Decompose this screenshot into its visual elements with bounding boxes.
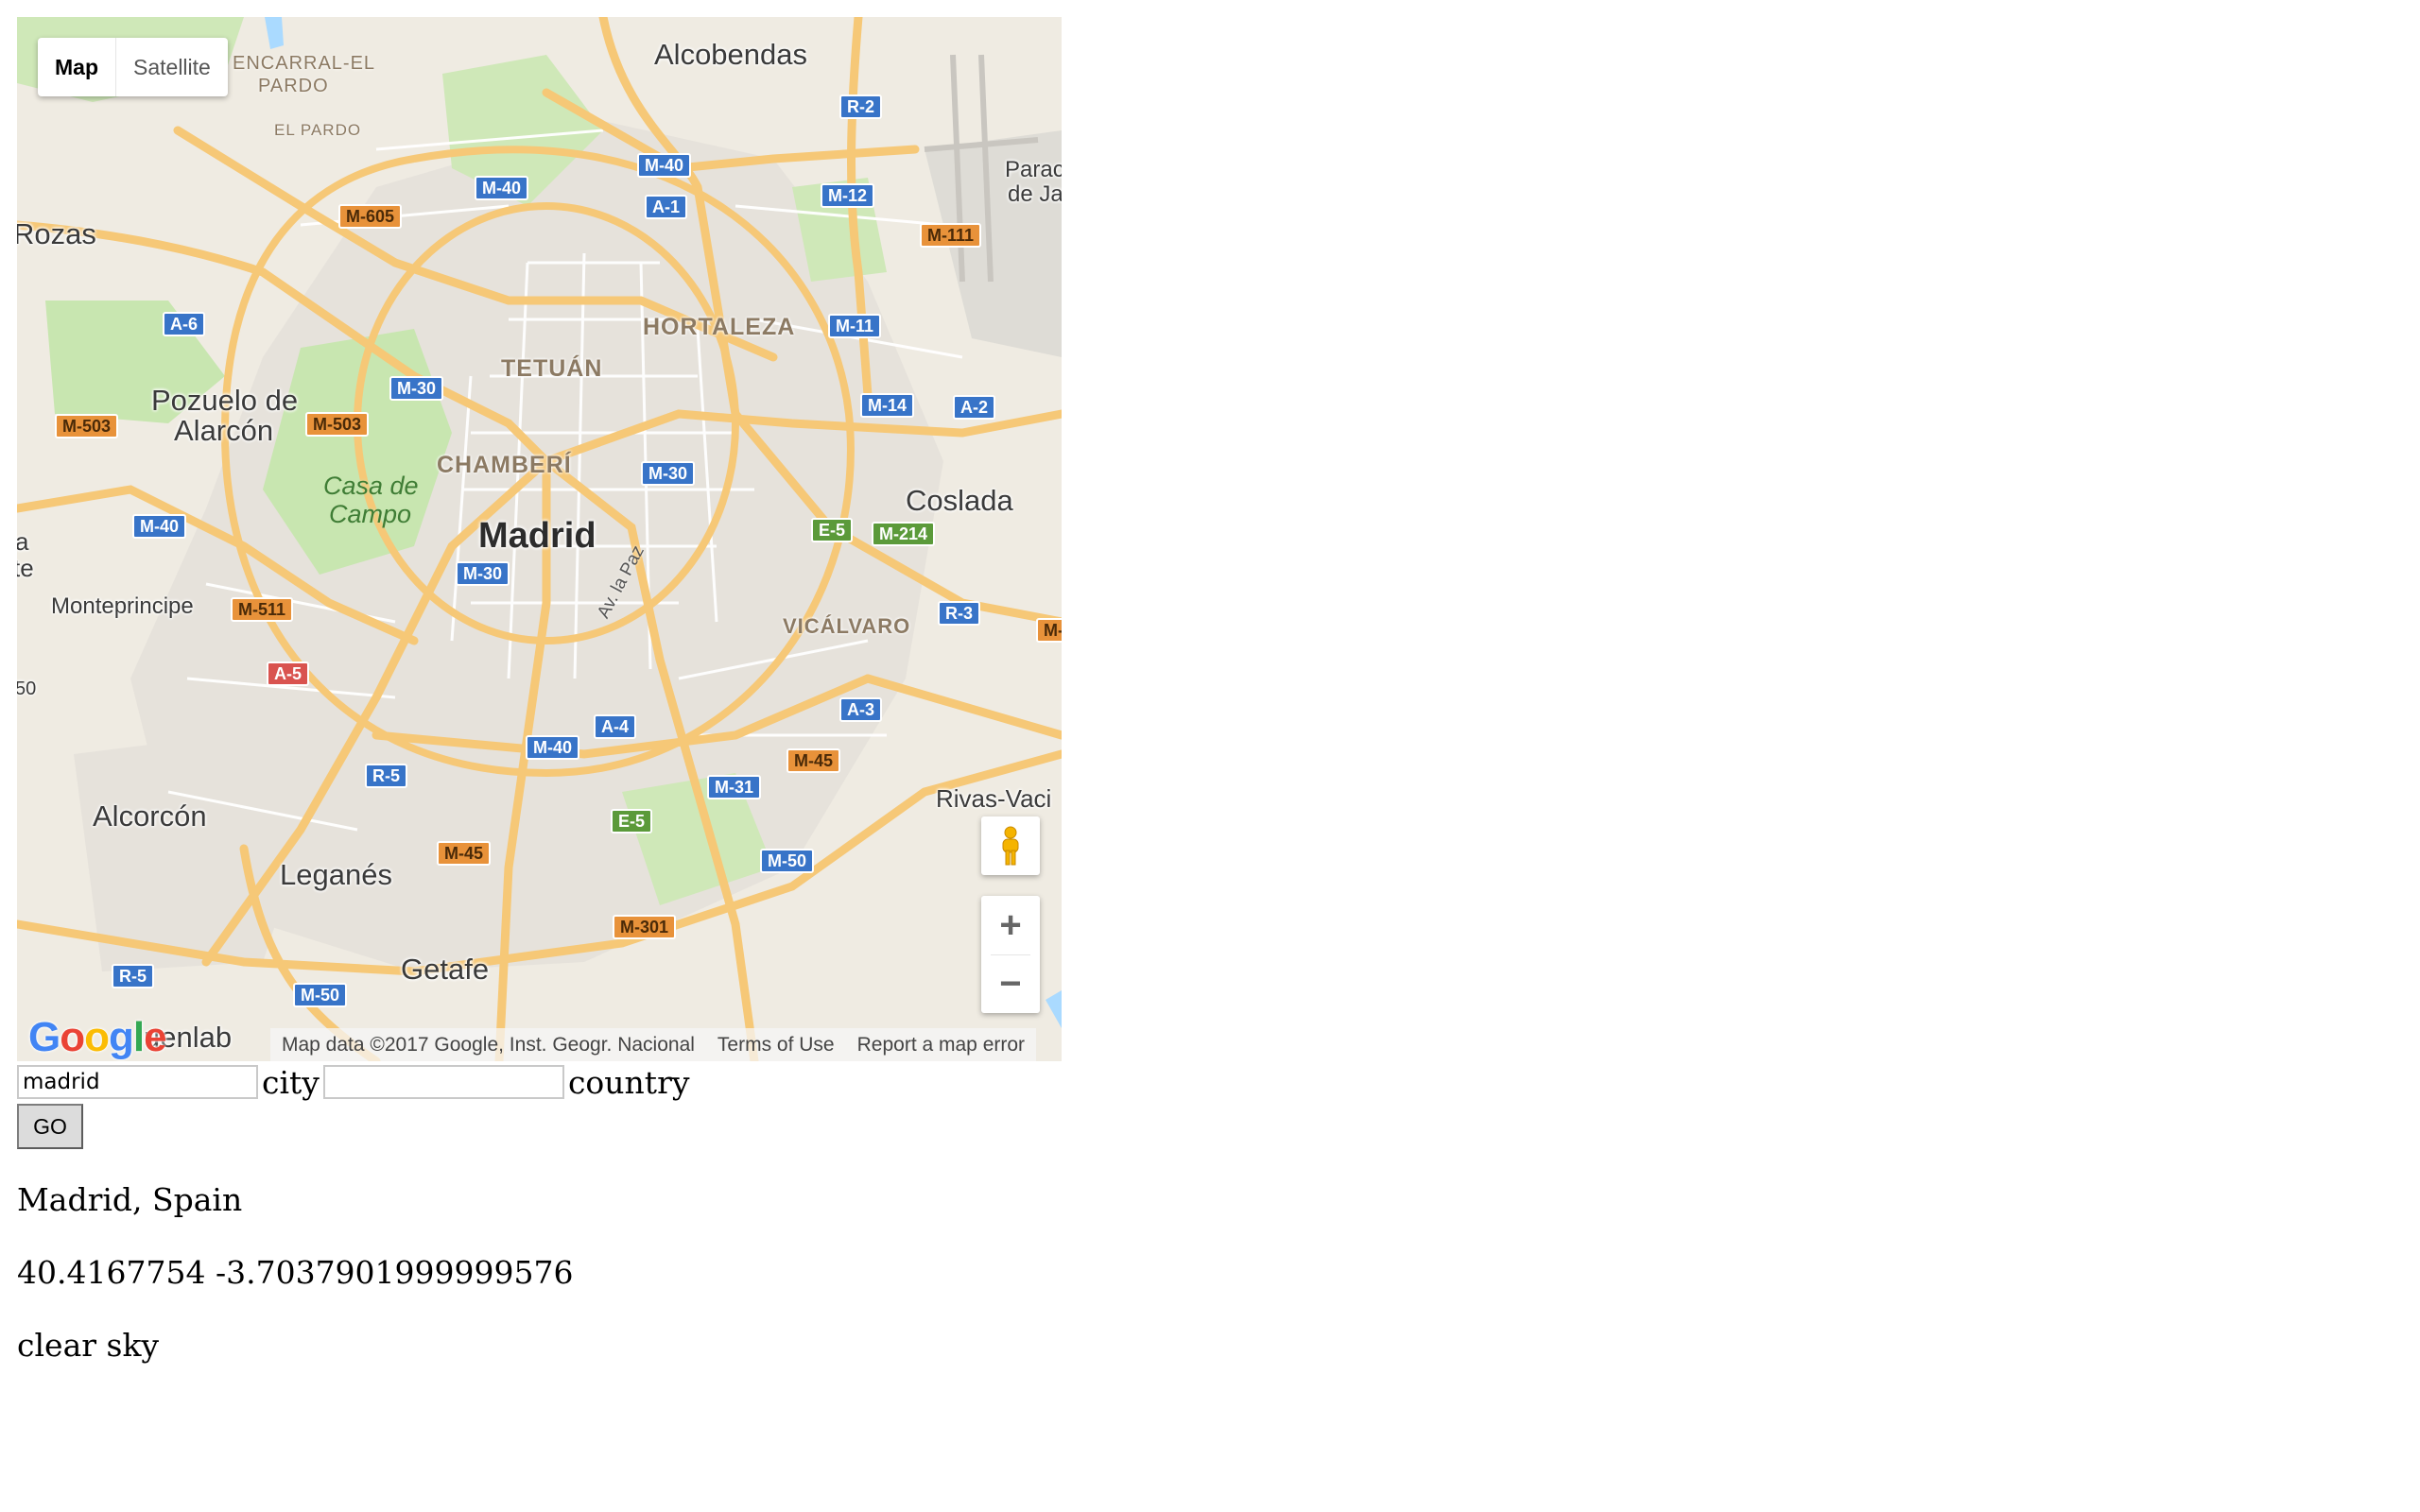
- country-label: country: [567, 1063, 690, 1101]
- road-shield-a4: A-4: [594, 714, 637, 739]
- road-shield-m50: M-50: [760, 849, 815, 873]
- road-shield-m50: M-50: [293, 983, 348, 1007]
- map-label-alcorcon: Alcorcón: [93, 799, 207, 833]
- zoom-out-button[interactable]: −: [981, 955, 1040, 1013]
- road-shield-r5: R-5: [112, 964, 155, 988]
- road-shield-m40: M-40: [637, 153, 692, 178]
- map-label-edge-te: te: [17, 554, 34, 582]
- result-place: Madrid, Spain: [17, 1181, 243, 1218]
- road-shield-m45: M-45: [437, 841, 492, 866]
- map-label-encarral: ENCARRAL-EL: [233, 53, 376, 74]
- map-label-parac: Parac: [1005, 157, 1062, 182]
- logo-letter: o: [84, 1014, 110, 1060]
- location-form: city country GO: [17, 1062, 694, 1149]
- city-input[interactable]: [17, 1065, 258, 1099]
- logo-letter: e: [144, 1014, 167, 1060]
- road-shield-r5: R-5: [365, 764, 408, 788]
- map-label-vicalvaro: VICÁLVARO: [783, 614, 911, 638]
- map-label-leganes: Leganés: [280, 858, 392, 891]
- road-shield-m40: M-40: [132, 514, 187, 539]
- road-shield-m511: M-511: [231, 597, 294, 622]
- result-weather: clear sky: [17, 1327, 160, 1364]
- road-shield-m45: M-45: [786, 748, 841, 773]
- logo-letter: l: [132, 1014, 145, 1060]
- form-row: city country: [17, 1062, 694, 1102]
- road-shield-a6: A-6: [163, 312, 206, 336]
- map-label-tetuan: TETUÁN: [501, 355, 603, 382]
- road-shield-a1: A-1: [645, 195, 688, 219]
- street-view-pegman[interactable]: [981, 816, 1040, 875]
- map-data-attribution: Map data ©2017 Google, Inst. Geogr. Naci…: [282, 1034, 695, 1056]
- map-label-campo: Campo: [329, 500, 412, 528]
- road-shield-a5: A-5: [267, 662, 310, 686]
- zoom-in-button[interactable]: +: [981, 896, 1040, 954]
- report-map-error-link[interactable]: Report a map error: [846, 1034, 1036, 1057]
- road-shield-a3: A-3: [839, 697, 883, 722]
- road-shield-m40: M-40: [475, 176, 529, 200]
- map[interactable]: Alcobendas ENCARRAL-EL PARDO EL PARDO Ro…: [17, 17, 1062, 1061]
- road-shield-m605: M-605: [338, 204, 403, 229]
- map-label-chamberi: CHAMBERÍ: [437, 452, 572, 478]
- road-shield-r3: R-3: [938, 601, 981, 626]
- road-shield-e5: E-5: [811, 518, 854, 542]
- map-label-edge-a: a: [17, 527, 29, 556]
- road-shield-m14: M-14: [860, 393, 915, 418]
- map-label-casa-de: Casa de: [323, 472, 419, 500]
- road-shield-m30: M-30: [641, 461, 696, 486]
- road-shield-r2: R-2: [839, 94, 883, 119]
- map-label-monteprincipe: Monteprincipe: [51, 593, 194, 619]
- road-shield-e5: E-5: [611, 809, 653, 833]
- road-shield-m31: M-31: [707, 775, 762, 799]
- logo-letter: g: [109, 1014, 134, 1060]
- map-label-madrid: Madrid: [478, 516, 596, 556]
- map-label-pardo: PARDO: [258, 76, 329, 96]
- logo-letter: o: [60, 1014, 85, 1060]
- go-button[interactable]: GO: [17, 1104, 83, 1149]
- map-label-el-pardo: EL PARDO: [274, 121, 362, 139]
- terms-of-use-link[interactable]: Terms of Use: [706, 1034, 846, 1057]
- road-shield-m30: M-30: [389, 376, 444, 401]
- pegman-icon: [1002, 826, 1019, 866]
- map-type-map-button[interactable]: Map: [38, 38, 116, 96]
- road-shield-m301: M-301: [613, 915, 677, 939]
- road-shield-a2: A-2: [953, 395, 996, 420]
- map-attribution-bar: Map data ©2017 Google, Inst. Geogr. Naci…: [270, 1028, 1037, 1061]
- road-shield-m111: M-111: [920, 223, 982, 248]
- google-logo[interactable]: Google: [28, 1014, 167, 1061]
- road-shield-m-edge: M-: [1036, 618, 1062, 643]
- logo-letter: G: [28, 1014, 60, 1060]
- road-shield-m40: M-40: [526, 735, 580, 760]
- map-label-hortaleza: HORTALEZA: [643, 314, 796, 340]
- city-label: city: [262, 1063, 320, 1101]
- road-shield-m11: M-11: [828, 314, 882, 338]
- map-type-control: Map Satellite: [38, 38, 228, 96]
- map-label-alcobendas: Alcobendas: [654, 38, 808, 71]
- map-label-getafe: Getafe: [401, 953, 490, 986]
- map-label-pozuelo: Pozuelo de: [151, 384, 299, 417]
- map-type-satellite-button[interactable]: Satellite: [116, 38, 228, 96]
- result-coordinates: 40.4167754 -3.7037901999999576: [17, 1254, 574, 1291]
- road-shield-m503: M-503: [55, 414, 119, 438]
- zoom-control: + −: [981, 896, 1040, 1013]
- country-input[interactable]: [322, 1065, 564, 1099]
- road-shield-m30: M-30: [456, 561, 510, 586]
- road-shield-m503: M-503: [305, 412, 370, 437]
- map-label-coslada: Coslada: [906, 484, 1013, 517]
- map-label-edge-50: 50: [17, 679, 37, 699]
- road-shield-m12: M-12: [821, 183, 875, 208]
- road-shield-m214: M-214: [872, 522, 936, 546]
- map-label-rivas: Rivas-Vaci: [936, 784, 1052, 813]
- map-label-de-ja: de Ja: [1008, 181, 1062, 207]
- map-label-alarcon: Alarcón: [174, 414, 274, 447]
- map-label-rozas: Rozas: [17, 217, 96, 250]
